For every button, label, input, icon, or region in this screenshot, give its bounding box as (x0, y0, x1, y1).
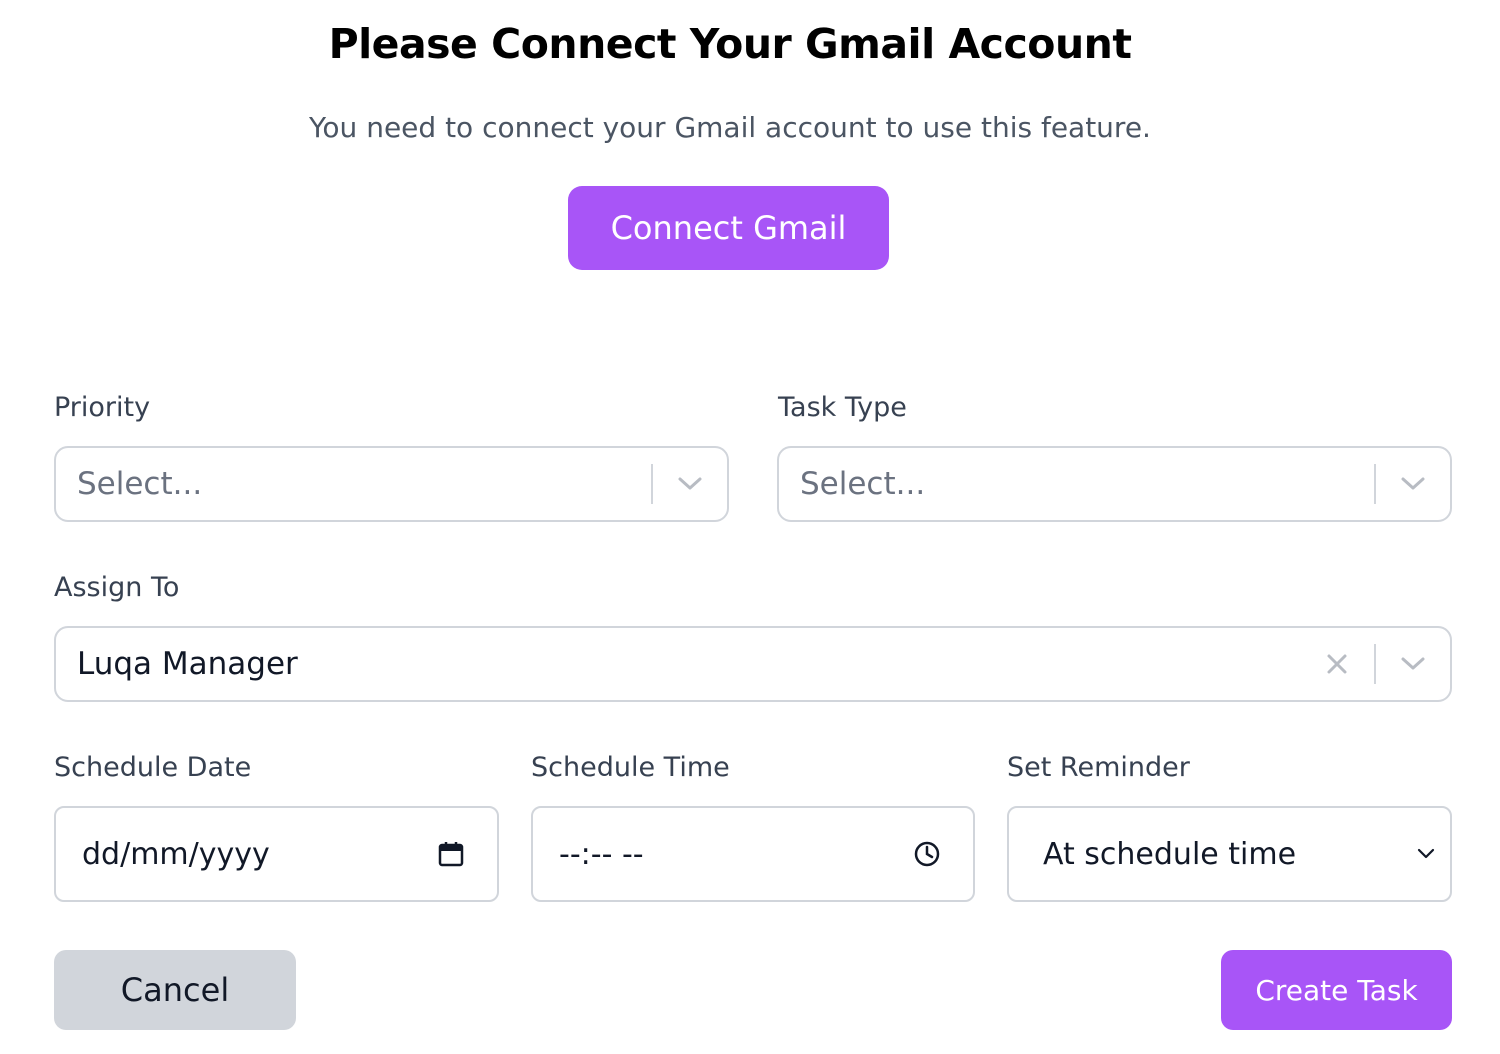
set-reminder-value: At schedule time (1043, 836, 1297, 872)
chevron-down-icon[interactable] (1376, 448, 1450, 520)
schedule-date-input[interactable]: dd/mm/yyyy (54, 806, 499, 902)
task-type-label: Task Type (778, 392, 907, 423)
set-reminder-label: Set Reminder (1007, 752, 1190, 783)
assign-to-label: Assign To (54, 572, 180, 603)
clock-icon[interactable] (897, 808, 957, 900)
chevron-down-icon[interactable] (653, 448, 727, 520)
assign-to-value: Luqa Manager (77, 646, 298, 682)
schedule-date-value: dd/mm/yyyy (82, 836, 270, 872)
priority-select[interactable]: Select... (54, 446, 729, 522)
calendar-icon[interactable] (421, 808, 481, 900)
schedule-time-label: Schedule Time (531, 752, 730, 783)
task-type-placeholder: Select... (800, 466, 926, 502)
set-reminder-select[interactable]: At schedule time (1007, 806, 1452, 902)
close-icon[interactable] (1300, 628, 1374, 700)
priority-label: Priority (54, 392, 151, 423)
assign-to-select[interactable]: Luqa Manager (54, 626, 1452, 702)
page-title: Please Connect Your Gmail Account (328, 20, 1132, 68)
schedule-time-value: --:-- -- (559, 836, 644, 872)
chevron-down-icon[interactable] (1406, 808, 1446, 900)
schedule-date-label: Schedule Date (54, 752, 252, 783)
task-type-select[interactable]: Select... (777, 446, 1452, 522)
connect-gmail-button[interactable]: Connect Gmail (568, 186, 889, 270)
priority-placeholder: Select... (77, 466, 203, 502)
page-subtitle: You need to connect your Gmail account t… (309, 111, 1151, 144)
create-task-button[interactable]: Create Task (1221, 950, 1452, 1030)
cancel-button[interactable]: Cancel (54, 950, 296, 1030)
chevron-down-icon[interactable] (1376, 628, 1450, 700)
schedule-time-input[interactable]: --:-- -- (531, 806, 975, 902)
